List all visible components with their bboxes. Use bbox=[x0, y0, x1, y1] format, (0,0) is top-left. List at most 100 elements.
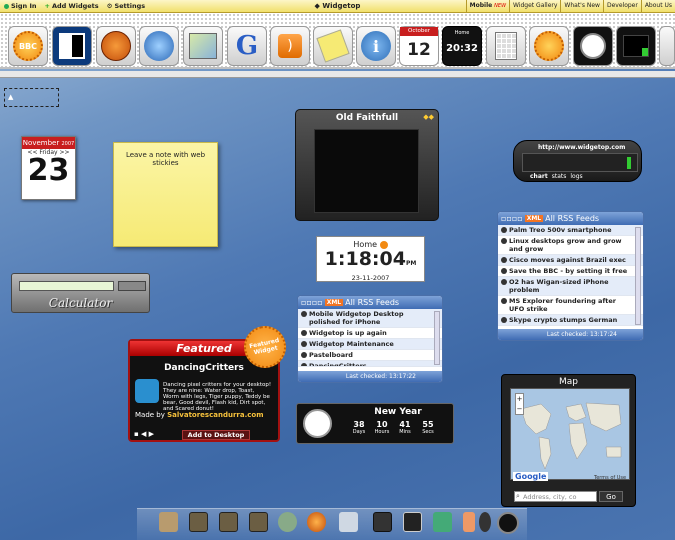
feed-bullet-icon bbox=[501, 298, 507, 304]
calendar-icon[interactable]: October 12 bbox=[399, 26, 439, 66]
map-search-placeholder: Address, city, co bbox=[523, 493, 577, 501]
monitor-icon[interactable] bbox=[616, 26, 656, 66]
rss-item[interactable]: Pastelboard bbox=[298, 350, 442, 361]
widgetop-stats-widget[interactable]: http://www.widgetop.com chart stats logs bbox=[513, 140, 642, 182]
rss-item[interactable]: Widgetop Maintenance bbox=[298, 339, 442, 350]
search-icon: ⌕ bbox=[516, 492, 520, 500]
webcam-screen bbox=[314, 129, 419, 213]
users-icon[interactable] bbox=[278, 512, 297, 532]
map-go-button[interactable]: Go bbox=[599, 491, 623, 502]
add-to-desktop-button[interactable]: Add to Desktop bbox=[182, 430, 250, 440]
add-widgets-link[interactable]: + Add Widgets bbox=[45, 2, 99, 10]
calendar-month: November 2007 bbox=[22, 137, 75, 149]
tab-chart[interactable]: chart bbox=[530, 173, 548, 180]
rss-item[interactable]: Cisco moves against Brazil exec bbox=[498, 255, 643, 266]
bbc-icon[interactable]: BBC bbox=[8, 26, 48, 66]
rss-item[interactable]: Skype crypto stumps German bbox=[498, 315, 643, 326]
clock-widget[interactable]: Home 1:18:04PM 23-11-2007 bbox=[316, 236, 425, 282]
feed-bullet-icon bbox=[301, 352, 307, 358]
calculator-widget[interactable]: Calculator bbox=[11, 273, 150, 313]
rss-scrollbar[interactable] bbox=[434, 311, 440, 365]
rss-feed-widget-right[interactable]: ▫▫▫▫ XML All RSS Feeds Palm Treo 500v sm… bbox=[497, 211, 644, 341]
ipod-icon[interactable] bbox=[373, 512, 392, 532]
developer-link[interactable]: Developer bbox=[602, 0, 641, 12]
feed-bullet-icon bbox=[501, 317, 507, 323]
old-faithful-widget[interactable]: Old Faithfull ◆◆ bbox=[295, 109, 439, 221]
rss-item[interactable]: DancingCritters bbox=[298, 361, 442, 367]
rss-item[interactable]: Palm Treo 500v smartphone bbox=[498, 225, 643, 236]
dock-item-icon[interactable] bbox=[219, 512, 238, 532]
rss-item[interactable]: Linux desktops grow and grow and grow bbox=[498, 236, 643, 255]
rss-item[interactable]: Mobile Widgetop Desktop polished for iPh… bbox=[298, 309, 442, 328]
feed-bullet-icon bbox=[501, 279, 507, 285]
logo-icon[interactable] bbox=[52, 26, 92, 66]
widget-controls-icon[interactable]: ◆◆ bbox=[423, 113, 434, 121]
power-icon[interactable] bbox=[497, 512, 519, 534]
about-us-link[interactable]: About Us bbox=[640, 0, 675, 12]
basketball-icon[interactable] bbox=[96, 26, 136, 66]
sticky-text[interactable]: Leave a note with web stickies bbox=[126, 151, 205, 167]
screen-icon[interactable] bbox=[403, 512, 422, 532]
calculator-label: Calculator bbox=[48, 296, 113, 310]
tab-logs[interactable]: logs bbox=[570, 173, 582, 180]
zoom-control-icon[interactable]: + − bbox=[515, 393, 524, 415]
sign-in-link[interactable]: Sign In bbox=[4, 2, 37, 10]
sticky-note-widget[interactable]: Leave a note with web stickies bbox=[113, 142, 218, 247]
photos-icon[interactable] bbox=[433, 512, 452, 532]
widget-gallery-link[interactable]: Widget Gallery bbox=[509, 0, 560, 12]
rss-last-checked: Last checked: 13:17:24 bbox=[498, 329, 643, 340]
dock-item-icon[interactable] bbox=[189, 512, 208, 532]
whats-new-link[interactable]: What's New bbox=[560, 0, 603, 12]
globe-search-icon[interactable] bbox=[139, 26, 179, 66]
monitor-dock-icon[interactable] bbox=[339, 512, 358, 532]
calculator-display[interactable] bbox=[19, 281, 114, 291]
xml-badge: XML bbox=[324, 299, 344, 306]
calculator-icon[interactable] bbox=[486, 26, 526, 66]
mobile-link[interactable]: Mobile NEW bbox=[465, 0, 509, 12]
map-widget[interactable]: Map + − Google Terms of Use Address, city… bbox=[501, 374, 636, 507]
settings-link[interactable]: ⚙ Settings bbox=[107, 2, 146, 10]
small-dock-icon[interactable] bbox=[463, 512, 475, 532]
user-icon bbox=[4, 3, 9, 9]
rss-scrollbar[interactable] bbox=[635, 227, 641, 325]
rss-header: ▫▫▫▫ XML All RSS Feeds bbox=[298, 296, 442, 309]
rss-item[interactable]: Widgetop is up again bbox=[298, 328, 442, 339]
rss-item[interactable]: O2 has Wigan-sized iPhone problem bbox=[498, 277, 643, 296]
calculator-buttons[interactable] bbox=[118, 281, 146, 291]
small-dock-icon[interactable] bbox=[479, 512, 491, 532]
rss-icon[interactable]: ) bbox=[270, 26, 310, 66]
analog-clock-icon[interactable] bbox=[573, 26, 613, 66]
featured-nav-icons[interactable]: ▪ ◀ ▶ bbox=[134, 430, 154, 438]
google-icon[interactable]: G bbox=[227, 26, 267, 66]
map-icon[interactable] bbox=[183, 26, 223, 66]
rss-item[interactable]: MS Explorer foundering after UFO strike bbox=[498, 296, 643, 315]
featured-description: Dancing pixel critters for your desktop!… bbox=[163, 382, 272, 412]
notepad-icon[interactable] bbox=[313, 26, 353, 66]
dock-bar bbox=[137, 508, 527, 540]
tree-icon[interactable] bbox=[159, 512, 178, 532]
rss-tool-icons[interactable]: ▫▫▫▫ bbox=[301, 298, 323, 307]
rss-tool-icons[interactable]: ▫▫▫▫ bbox=[501, 214, 523, 223]
rss-item[interactable]: Save the BBC - by setting it free bbox=[498, 266, 643, 277]
calendar-widget[interactable]: November 2007 << Friday >> 23 bbox=[21, 136, 76, 200]
map-search-input[interactable]: Address, city, co bbox=[514, 491, 597, 502]
clock-digital-icon[interactable]: Home 20:32 bbox=[442, 26, 482, 66]
tab-stats[interactable]: stats bbox=[552, 173, 567, 180]
info-icon[interactable]: i bbox=[356, 26, 396, 66]
map-terms-link[interactable]: Terms of Use bbox=[594, 475, 626, 481]
new-year-countdown-widget[interactable]: New Year 38 Days 10 Hours 41 Mins 55 Secs bbox=[296, 403, 454, 444]
firefox-icon[interactable] bbox=[307, 512, 326, 532]
feed-bullet-icon bbox=[501, 257, 507, 263]
analog-clock-face-icon bbox=[303, 409, 332, 438]
old-faithful-title: Old Faithfull bbox=[335, 113, 399, 123]
author-link[interactable]: Salvatorescandurra.com bbox=[167, 411, 263, 419]
feed-bullet-icon bbox=[301, 341, 307, 347]
selection-rectangle bbox=[4, 88, 59, 107]
more-icon[interactable] bbox=[659, 26, 675, 66]
widget-gallery-icon[interactable] bbox=[529, 26, 569, 66]
dock-item-icon[interactable] bbox=[249, 512, 268, 532]
countdown-values: 38 Days 10 Hours 41 Mins 55 Secs bbox=[352, 420, 434, 435]
rss-feed-widget-center[interactable]: ▫▫▫▫ XML All RSS Feeds Mobile Widgetop D… bbox=[297, 295, 443, 383]
google-logo: Google bbox=[513, 472, 549, 481]
world-map[interactable]: + − bbox=[510, 388, 630, 480]
